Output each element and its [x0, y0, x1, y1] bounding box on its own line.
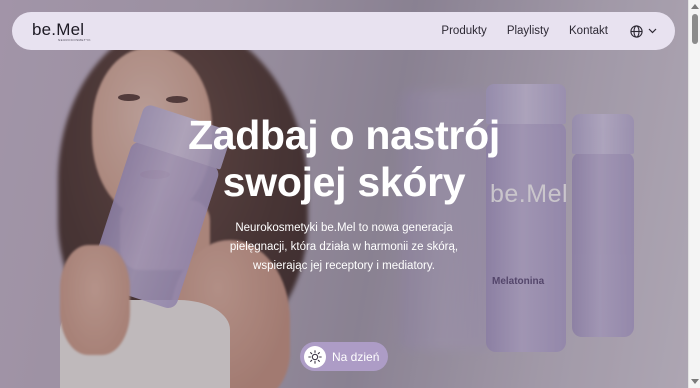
chevron-down-icon: [648, 28, 657, 34]
nav-link-kontakt[interactable]: Kontakt: [569, 25, 608, 37]
language-selector[interactable]: [630, 24, 657, 38]
nav-links: Produkty Playlisty Kontakt: [441, 24, 657, 38]
headline-line-1: Zadbaj o nastrój: [188, 112, 500, 158]
globe-icon: [630, 24, 643, 38]
top-navigation: be.Mel NEUROCOSMETYK Produkty Playlisty …: [12, 12, 675, 50]
headline-line-2: swojej skóry: [222, 159, 466, 205]
scroll-down-icon[interactable]: [691, 379, 699, 384]
scrollbar-thumb[interactable]: [692, 14, 698, 44]
logo-subtitle: NEUROCOSMETYK: [58, 37, 91, 42]
day-mode-button[interactable]: Na dzień: [300, 342, 388, 371]
hero-description: Neurokosmetyki be.Mel to nowa generacja …: [200, 219, 488, 276]
brand-logo[interactable]: be.Mel NEUROCOSMETYK: [32, 21, 91, 42]
hero-headline: Zadbaj o nastrój swojej skóry: [0, 112, 688, 206]
logo-text: be.Mel: [32, 19, 85, 39]
description-line-3: wspierając jej receptory i mediatory.: [253, 260, 435, 272]
scroll-up-icon[interactable]: [691, 4, 699, 9]
sun-icon: [304, 345, 326, 368]
page-scrollbar[interactable]: [688, 0, 700, 388]
description-line-1: Neurokosmetyki be.Mel to nowa generacja: [235, 222, 453, 234]
day-mode-label: Na dzień: [332, 349, 380, 364]
nav-link-produkty[interactable]: Produkty: [441, 25, 486, 37]
description-line-2: pielęgnacji, która działa w harmonii ze …: [229, 241, 459, 253]
nav-link-playlisty[interactable]: Playlisty: [507, 25, 549, 37]
